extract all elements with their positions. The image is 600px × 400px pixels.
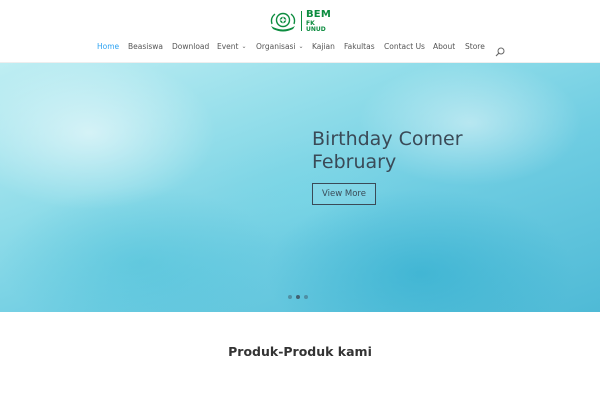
nav-label: Download [172, 42, 210, 51]
slider-dot-3[interactable] [304, 295, 308, 299]
nav-label: Fakultas [344, 42, 375, 51]
chevron-down-icon: ⌄ [241, 43, 247, 50]
seal-emblem-icon [268, 10, 298, 32]
nav-label: Contact Us [384, 42, 425, 51]
nav-item-kajian[interactable]: Kajian [312, 42, 335, 51]
hero-title-line-1: Birthday Corner [312, 128, 463, 150]
slider-dot-1[interactable] [288, 295, 292, 299]
logo-line-1: BEM [305, 8, 331, 20]
nav-label: Beasiswa [128, 42, 163, 51]
nav-label: Kajian [312, 42, 335, 51]
site-header: BEM FK UNUD Home Beasiswa Download Event… [0, 0, 600, 63]
section-title: Produk-Produk kami [228, 344, 372, 359]
nav-item-event[interactable]: Event ⌄ [217, 42, 247, 51]
hero-slider: Birthday Corner February View More [0, 63, 600, 312]
logo-divider [301, 11, 302, 31]
hero-title-line-2: February [312, 151, 397, 173]
nav-label: Home [97, 42, 120, 51]
logo-text: BEM FK UNUD [305, 8, 336, 33]
nav-label: Store [465, 42, 485, 51]
hero-title: Birthday Corner February [312, 128, 562, 174]
nav-item-beasiswa[interactable]: Beasiswa [128, 42, 163, 51]
view-more-button[interactable]: View More [312, 183, 376, 205]
nav-label: Organisasi [256, 42, 296, 51]
nav-item-about[interactable]: About [433, 42, 455, 51]
chevron-down-icon: ⌄ [298, 43, 304, 50]
logo-line-2: FK UNUD [305, 19, 326, 33]
nav-item-home[interactable]: Home [97, 42, 119, 51]
nav-label: About [433, 42, 456, 51]
site-logo[interactable]: BEM FK UNUD [268, 9, 336, 33]
slider-pagination [288, 295, 308, 301]
slider-dot-2[interactable] [296, 295, 300, 299]
nav-item-organisasi[interactable]: Organisasi ⌄ [256, 42, 304, 51]
nav-label: Event [217, 42, 239, 51]
nav-item-store[interactable]: Store [465, 42, 485, 51]
nav-item-contact-us[interactable]: Contact Us [384, 42, 425, 51]
nav-item-download[interactable]: Download [172, 42, 209, 51]
nav-item-fakultas[interactable]: Fakultas [344, 42, 375, 51]
main-navigation: Home Beasiswa Download Event ⌄ Organisasi… [0, 42, 600, 57]
search-icon[interactable] [495, 42, 505, 57]
